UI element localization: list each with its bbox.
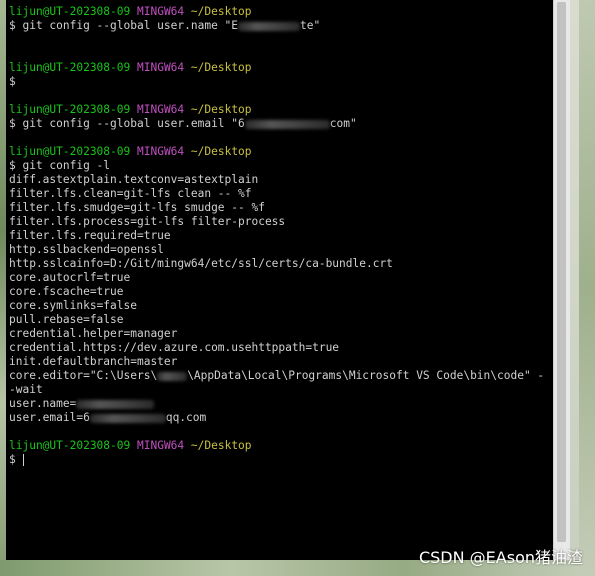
config-output-line: -wait	[9, 383, 43, 396]
prompt-user: lijun@UT-202308-09	[9, 61, 131, 74]
config-output-line: filter.lfs.process=git-lfs filter-proces…	[9, 215, 286, 228]
terminal-window[interactable]: lijun@UT-202308-09 MINGW64 ~/Desktop $ g…	[6, 0, 570, 560]
config-output-line: init.defaultbranch=master	[9, 355, 178, 368]
config-output-line: core.autocrlf=true	[9, 271, 131, 284]
config-output-line: credential.helper=manager	[9, 327, 178, 340]
command-text: com"	[329, 117, 357, 130]
scrollbar-thumb[interactable]	[557, 2, 566, 542]
empty-line	[9, 33, 544, 47]
command-line: $ git config --global user.email "6 com"	[9, 117, 544, 131]
config-output-line: user.name=	[9, 397, 544, 411]
prompt-line: lijun@UT-202308-09 MINGW64 ~/Desktop	[9, 439, 544, 453]
prompt-path: ~/Desktop	[190, 439, 252, 452]
config-output-line: core.symlinks=false	[9, 299, 137, 312]
prompt-path: ~/Desktop	[190, 5, 252, 18]
command-text: $ git config --global user.email "6	[9, 117, 245, 130]
empty-line	[9, 89, 544, 103]
command-text: $ git config --global user.name "E	[9, 19, 239, 32]
redacted-blur	[157, 371, 188, 381]
config-output-line: credential.https://dev.azure.com.usehttp…	[9, 341, 340, 354]
redacted-blur	[238, 21, 301, 31]
redacted-blur	[76, 399, 155, 409]
prompt-line: lijun@UT-202308-09 MINGW64 ~/Desktop	[9, 5, 544, 19]
config-output-line: http.sslbackend=openssl	[9, 243, 164, 256]
command-text: te"	[300, 19, 321, 32]
prompt-path: ~/Desktop	[190, 61, 252, 74]
redacted-blur	[89, 413, 166, 423]
prompt-path: ~/Desktop	[190, 145, 252, 158]
config-output-line: core.editor="C:\Users\ \AppData\Local\Pro…	[9, 369, 544, 383]
config-output-line: filter.lfs.smudge=git-lfs smudge -- %f	[9, 201, 265, 214]
command-text: $	[9, 75, 16, 88]
config-output-line: diff.astextplain.textconv=astextplain	[9, 173, 259, 186]
prompt-user: lijun@UT-202308-09	[9, 103, 131, 116]
prompt-line: lijun@UT-202308-09 MINGW64 ~/Desktop	[9, 103, 544, 117]
window-edge	[570, 0, 579, 576]
prompt-host: MINGW64	[137, 61, 185, 74]
config-output-line: core.fscache=true	[9, 285, 124, 298]
prompt-line: lijun@UT-202308-09 MINGW64 ~/Desktop	[9, 145, 544, 159]
input-prompt: $	[9, 453, 16, 466]
text-cursor	[22, 454, 24, 466]
prompt-user: lijun@UT-202308-09	[9, 145, 131, 158]
command-line: $	[9, 75, 544, 89]
terminal-output: lijun@UT-202308-09 MINGW64 ~/Desktop $ g…	[9, 5, 544, 467]
command-line: $ git config -l	[9, 159, 544, 173]
command-line: $ git config --global user.name "E te"	[9, 19, 544, 33]
prompt-user: lijun@UT-202308-09	[9, 5, 131, 18]
command-text: $ git config -l	[9, 159, 111, 172]
prompt-line: lijun@UT-202308-09 MINGW64 ~/Desktop	[9, 61, 544, 75]
input-line[interactable]: $	[9, 453, 544, 467]
user-email-prefix: user.email=6	[9, 411, 90, 424]
prompt-host: MINGW64	[137, 145, 185, 158]
config-output-line: filter.lfs.required=true	[9, 229, 171, 242]
csdn-watermark: CSDN @EAson猪油渣	[418, 548, 583, 567]
user-email-suffix: qq.com	[165, 411, 207, 424]
config-output-line: pull.rebase=false	[9, 313, 124, 326]
config-output-line: http.sslcainfo=D:/Git/mingw64/etc/ssl/ce…	[9, 257, 393, 270]
editor-suffix: \AppData\Local\Programs\Microsoft VS Cod…	[187, 369, 545, 382]
user-name-prefix: user.name=	[9, 397, 77, 410]
editor-prefix: core.editor="C:\Users\	[9, 369, 158, 382]
empty-line	[9, 425, 544, 439]
config-output-line: filter.lfs.clean=git-lfs clean -- %f	[9, 187, 252, 200]
vertical-scrollbar[interactable]	[553, 0, 570, 560]
empty-line	[9, 47, 544, 61]
prompt-host: MINGW64	[137, 5, 185, 18]
prompt-host: MINGW64	[137, 103, 185, 116]
empty-line	[9, 131, 544, 145]
prompt-path: ~/Desktop	[190, 103, 252, 116]
config-output-line: user.email=6 qq.com	[9, 411, 544, 425]
redacted-blur	[244, 119, 330, 129]
prompt-host: MINGW64	[137, 439, 185, 452]
prompt-user: lijun@UT-202308-09	[9, 439, 131, 452]
desktop-background-right	[579, 0, 595, 576]
